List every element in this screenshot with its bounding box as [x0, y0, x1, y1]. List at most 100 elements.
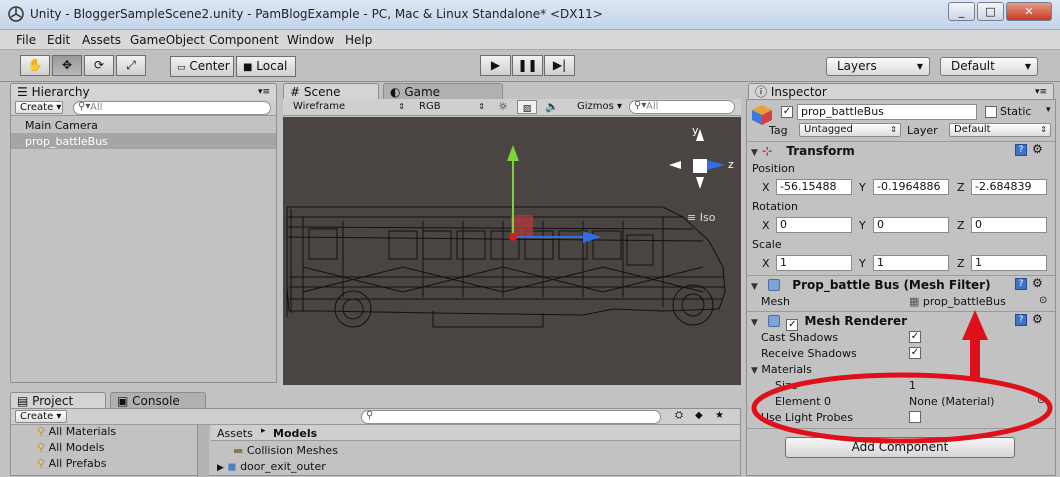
help-book-icon[interactable]: ?	[1015, 144, 1027, 156]
unity-logo-icon	[8, 6, 24, 22]
search-icon: ⚲	[366, 410, 374, 421]
hierarchy-item-prop-battlebus[interactable]: prop_battleBus	[25, 135, 108, 148]
object-name-field[interactable]: prop_battleBus	[797, 104, 977, 120]
favorite-star-icon[interactable]: ★	[715, 410, 724, 421]
transform-title: Transform	[786, 144, 855, 158]
chevron-updown-icon: ⇕	[890, 125, 897, 134]
help-book-icon[interactable]: ?	[1015, 278, 1027, 290]
tab-game[interactable]: ◐ Game	[383, 83, 503, 100]
tab-project[interactable]: ▤ Project	[10, 392, 106, 409]
position-z-field[interactable]: -2.684839	[971, 179, 1047, 195]
gizmos-dropdown[interactable]: Gizmos ▾	[573, 101, 625, 114]
project-panel: Create ▾ ⚲ ⛭ ◆ ★ ⚲ All Materials ⚲ All M…	[10, 408, 741, 477]
hierarchy-search-input[interactable]: ⚲▾ All	[73, 101, 271, 115]
menu-window[interactable]: Window	[287, 33, 334, 47]
mesh-filter-header[interactable]: ▼ Prop_battle Bus (Mesh Filter)	[751, 278, 1013, 296]
tag-dropdown[interactable]: Untagged ⇕	[799, 123, 901, 137]
search-placeholder: All	[646, 101, 659, 112]
search-icon: ⚲▾	[78, 101, 91, 112]
minimize-button[interactable]: _	[948, 2, 975, 21]
hierarchy-create-button[interactable]: Create ▾	[15, 101, 63, 114]
panel-menu-icon[interactable]: ▾≡	[1035, 84, 1047, 100]
scene-search-input[interactable]: ⚲▾ All	[629, 100, 735, 114]
layer-dropdown[interactable]: Default ⇕	[949, 123, 1051, 137]
breadcrumb: Assets ▸ Models	[211, 425, 740, 441]
scale-tool-button[interactable]: ⤢	[116, 55, 146, 76]
filter-by-type-icon[interactable]: ⛭	[675, 410, 683, 421]
position-x-field[interactable]: -56.15488	[776, 179, 852, 195]
position-y-field[interactable]: -0.1964886	[873, 179, 949, 195]
favorite-all-prefabs[interactable]: ⚲ All Prefabs	[37, 457, 107, 470]
favorite-all-materials[interactable]: ⚲ All Materials	[37, 425, 116, 438]
local-space-button[interactable]: ■ Local	[236, 56, 296, 77]
scene-viewport[interactable]: y z ≡ Iso	[283, 117, 741, 385]
expand-arrow-icon: ▶	[217, 463, 224, 473]
hierarchy-item-main-camera[interactable]: Main Camera	[25, 119, 98, 132]
rotation-y-field[interactable]: 0	[873, 217, 949, 233]
rotate-tool-button[interactable]: ⟳	[84, 55, 114, 76]
rotation-x-field[interactable]: 0	[776, 217, 852, 233]
layers-dropdown[interactable]: Layers ▼	[826, 57, 930, 76]
lighting-toggle[interactable]: ☼	[493, 100, 513, 113]
filter-by-label-icon[interactable]: ◆	[695, 410, 703, 421]
asset-label: door_exit_outer	[240, 460, 326, 473]
console-icon: ▣	[117, 394, 129, 408]
hand-tool-button[interactable]: ✋	[20, 55, 50, 76]
layout-label: Default	[951, 59, 995, 73]
search-icon: ⚲	[37, 441, 46, 454]
breadcrumb-models[interactable]: Models	[273, 427, 317, 440]
close-window-button[interactable]: ✕	[1006, 2, 1052, 21]
panel-menu-icon[interactable]: ▾≡	[258, 84, 270, 100]
asset-item-collision-meshes[interactable]: ▬ Collision Meshes	[233, 444, 338, 457]
audio-toggle[interactable]: 🔈	[541, 100, 563, 113]
play-button[interactable]: ▶	[480, 55, 511, 76]
layer-value: Default	[954, 124, 991, 135]
pivot-center-button[interactable]: ▭ Center	[170, 56, 234, 77]
render-mode-dropdown[interactable]: Wireframe ⇕	[289, 101, 407, 114]
breadcrumb-separator-icon: ▸	[261, 426, 266, 436]
asset-item-door-exit-outer[interactable]: ▶ ◼ door_exit_outer	[217, 460, 326, 473]
tab-hierarchy[interactable]: ☰ Hierarchy ▾≡	[10, 83, 277, 100]
breadcrumb-assets[interactable]: Assets	[217, 427, 253, 440]
search-icon: ⚲▾	[634, 100, 647, 111]
menu-bar: File Edit Assets GameObject Component Wi…	[0, 30, 1060, 50]
favorite-all-models[interactable]: ⚲ All Models	[37, 441, 104, 454]
gear-icon[interactable]: ⚙	[1032, 276, 1043, 290]
menu-gameobject[interactable]: GameObject	[130, 33, 205, 47]
object-active-checkbox[interactable]: ✓	[781, 106, 793, 118]
scale-z-field[interactable]: 1	[971, 255, 1047, 271]
menu-help[interactable]: Help	[345, 33, 372, 47]
favorites-scrollbar[interactable]	[197, 425, 209, 477]
move-tool-button[interactable]: ✥	[52, 55, 82, 76]
gear-icon[interactable]: ⚙	[1032, 142, 1043, 156]
rotation-label: Rotation	[752, 200, 799, 213]
menu-file[interactable]: File	[16, 33, 36, 47]
transform-header[interactable]: ▼ ⊹ Transform	[751, 144, 1051, 162]
menu-assets[interactable]: Assets	[82, 33, 121, 47]
step-button[interactable]: ▶|	[544, 55, 575, 76]
game-icon: ◐	[390, 85, 401, 99]
tab-scene[interactable]: # Scene	[283, 83, 379, 100]
console-tab-label: Console	[132, 394, 180, 408]
maximize-button[interactable]: □	[977, 2, 1004, 21]
menu-component[interactable]: Component	[209, 33, 279, 47]
scale-y-field[interactable]: 1	[873, 255, 949, 271]
rotation-z-field[interactable]: 0	[971, 217, 1047, 233]
projection-label[interactable]: ≡ Iso	[687, 211, 715, 224]
project-search-input[interactable]: ⚲	[361, 410, 661, 424]
local-label: Local	[256, 59, 288, 73]
hierarchy-tab-label: Hierarchy	[31, 85, 90, 99]
scale-x-field[interactable]: 1	[776, 255, 852, 271]
tab-console[interactable]: ▣ Console	[110, 392, 206, 409]
layers-label: Layers	[837, 59, 877, 73]
effects-toggle[interactable]: ▨	[517, 100, 537, 114]
menu-edit[interactable]: Edit	[47, 33, 70, 47]
tab-inspector[interactable]: ⓘ Inspector ▾≡	[748, 83, 1054, 100]
layout-dropdown[interactable]: Default ▼	[940, 57, 1038, 76]
static-checkbox[interactable]	[985, 106, 997, 118]
color-mode-dropdown[interactable]: RGB ⇕	[415, 101, 487, 114]
chevron-down-icon[interactable]: ▾	[1046, 105, 1051, 115]
scale-z-label: Z	[957, 257, 965, 270]
pause-button[interactable]: ❚❚	[512, 55, 543, 76]
project-create-button[interactable]: Create ▾	[15, 410, 67, 423]
